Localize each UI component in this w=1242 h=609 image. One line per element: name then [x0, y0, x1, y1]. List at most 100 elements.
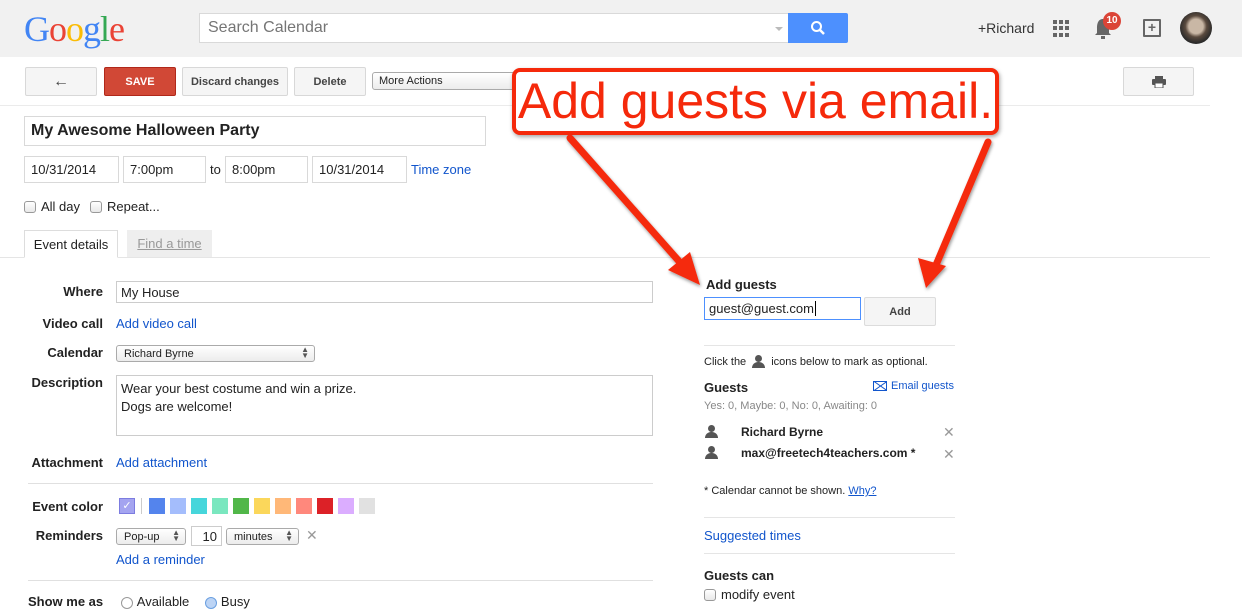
tab-find-a-time[interactable]: Find a time: [127, 230, 212, 257]
reminder-unit-select[interactable]: minutes ▲ ▼: [226, 528, 299, 545]
calendar-select[interactable]: Richard Byrne ▲ ▼: [116, 345, 315, 362]
selected-color-swatch[interactable]: ✓: [119, 498, 135, 514]
optional-hint: Click the icons below to mark as optiona…: [704, 355, 928, 368]
logo-letter: g: [83, 9, 101, 49]
arrow-to-guest-input: [566, 134, 700, 285]
suggested-times-link[interactable]: Suggested times: [704, 528, 801, 543]
save-button[interactable]: SAVE: [104, 67, 176, 96]
select-arrows-icon: ▲ ▼: [301, 345, 309, 360]
avatar[interactable]: [1180, 12, 1212, 44]
add-guest-email-input[interactable]: guest@guest.com: [704, 297, 861, 320]
notification-count-badge[interactable]: 10: [1103, 12, 1121, 30]
delete-button[interactable]: Delete: [294, 67, 366, 96]
color-swatch[interactable]: [191, 498, 207, 514]
email-guests-label: Email guests: [891, 380, 954, 392]
add-guest-button[interactable]: Add: [864, 297, 936, 326]
color-separator: [141, 498, 142, 514]
more-actions-dropdown[interactable]: More Actions: [372, 72, 522, 90]
start-date-input[interactable]: 10/31/2014: [24, 156, 119, 183]
section-divider: [28, 580, 653, 581]
description-textarea[interactable]: Wear your best costume and win a prize. …: [116, 375, 653, 436]
event-color-label: Event color: [32, 499, 103, 514]
busy-radio[interactable]: [204, 596, 217, 609]
time-zone-link[interactable]: Time zone: [411, 162, 471, 177]
repeat-checkbox[interactable]: [90, 200, 102, 213]
remove-guest-icon[interactable]: ✕: [943, 424, 955, 441]
color-swatch[interactable]: [233, 498, 249, 514]
all-day-label: All day: [41, 199, 81, 214]
plus-user-link[interactable]: +Richard: [978, 20, 1034, 36]
color-swatch[interactable]: [149, 498, 165, 514]
color-swatch[interactable]: [338, 498, 354, 514]
logo-letter: G: [24, 9, 50, 49]
apps-grid-icon[interactable]: [1053, 20, 1070, 37]
guest-name: Richard Byrne: [741, 425, 824, 439]
rsvp-summary: Yes: 0, Maybe: 0, No: 0, Awaiting: 0: [704, 400, 878, 412]
search-options-caret-icon[interactable]: [775, 27, 783, 31]
color-swatch[interactable]: [170, 498, 186, 514]
guest-list-item: Richard Byrne: [705, 425, 823, 441]
email-guests-link[interactable]: Email guests: [873, 380, 954, 392]
event-title-input[interactable]: My Awesome Halloween Party: [24, 116, 486, 146]
repeat-label: Repeat...: [107, 199, 160, 214]
person-icon: [752, 355, 766, 368]
add-attachment-link[interactable]: Add attachment: [116, 455, 207, 470]
event-color-picker: ✓: [119, 498, 380, 514]
color-swatch[interactable]: [254, 498, 270, 514]
section-divider: [704, 345, 955, 346]
all-day-option[interactable]: All day: [24, 199, 80, 214]
why-link[interactable]: Why?: [848, 485, 876, 497]
annotation-callout: Add guests via email.: [512, 68, 999, 135]
guests-can-heading: Guests can: [704, 568, 775, 583]
remove-reminder-icon[interactable]: ✕: [306, 527, 318, 544]
optional-toggle-person-icon[interactable]: [705, 425, 718, 438]
section-divider: [28, 483, 653, 484]
guest-name: max@freetech4teachers.com *: [741, 446, 916, 460]
reminder-type-value: Pop-up: [124, 531, 160, 543]
back-button[interactable]: ←: [25, 67, 97, 96]
logo-letter: e: [109, 9, 125, 49]
select-arrows-icon: ▲ ▼: [172, 528, 180, 543]
search-button[interactable]: [788, 13, 848, 43]
tabs-divider: [0, 257, 1210, 258]
start-time-input[interactable]: 7:00pm: [123, 156, 206, 183]
end-date-input[interactable]: 10/31/2014: [312, 156, 407, 183]
hint-suffix: icons below to mark as optional.: [771, 355, 928, 368]
section-divider: [704, 517, 955, 518]
logo-letter: l: [100, 9, 110, 49]
back-arrow-icon: ←: [53, 72, 69, 90]
color-swatch[interactable]: [317, 498, 333, 514]
tab-event-details[interactable]: Event details: [24, 230, 118, 258]
remove-guest-icon[interactable]: ✕: [943, 446, 955, 463]
add-reminder-link[interactable]: Add a reminder: [116, 552, 205, 567]
reminder-unit-value: minutes: [234, 531, 273, 543]
google-logo[interactable]: Google: [24, 9, 125, 49]
logo-letter: o: [49, 9, 67, 49]
share-plus-icon[interactable]: +: [1143, 19, 1161, 37]
section-divider: [704, 553, 955, 554]
guest-list-item: max@freetech4teachers.com *: [705, 446, 915, 462]
color-swatch[interactable]: [212, 498, 228, 514]
color-swatch[interactable]: [275, 498, 291, 514]
color-swatch[interactable]: [359, 498, 375, 514]
color-swatch[interactable]: [296, 498, 312, 514]
where-input[interactable]: My House: [116, 281, 653, 303]
top-bar: Google +Richard 10 +: [0, 0, 1242, 57]
optional-toggle-person-icon[interactable]: [705, 446, 718, 459]
modify-event-checkbox[interactable]: [704, 588, 716, 601]
add-video-call-link[interactable]: Add video call: [116, 316, 197, 331]
reminder-value-input[interactable]: 10: [191, 526, 222, 546]
discard-changes-button[interactable]: Discard changes: [182, 67, 288, 96]
end-time-input[interactable]: 8:00pm: [225, 156, 308, 183]
search-input[interactable]: [200, 14, 760, 42]
envelope-icon: [873, 381, 887, 391]
available-radio[interactable]: [120, 596, 133, 609]
all-day-checkbox[interactable]: [24, 200, 36, 213]
repeat-option[interactable]: Repeat...: [90, 199, 160, 214]
modify-event-option[interactable]: modify event: [704, 587, 795, 602]
print-button[interactable]: [1123, 67, 1194, 96]
reminder-type-select[interactable]: Pop-up ▲ ▼: [116, 528, 186, 545]
calendar-note-text: * Calendar cannot be shown.: [704, 485, 846, 497]
hint-prefix: Click the: [704, 355, 747, 368]
arrow-to-add-button: [918, 138, 992, 288]
